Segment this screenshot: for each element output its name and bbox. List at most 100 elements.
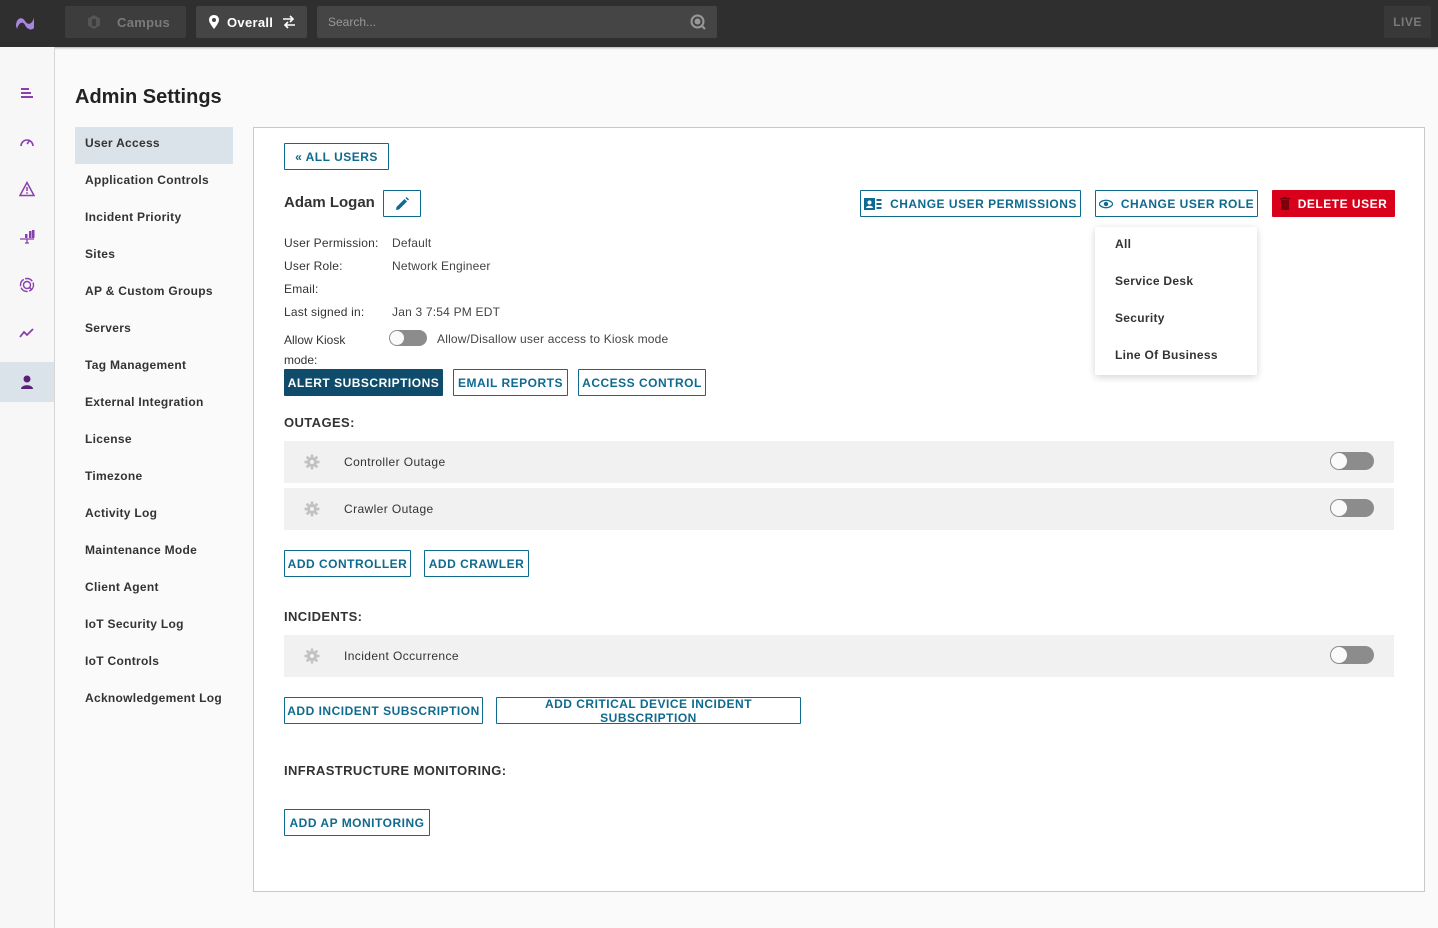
rail-item-admin[interactable] <box>0 362 54 402</box>
subscription-name: Controller Outage <box>344 455 446 469</box>
live-label: LIVE <box>1393 15 1422 29</box>
settings-nav-timezone[interactable]: Timezone <box>75 460 233 497</box>
page-title: Admin Settings <box>75 86 222 108</box>
tab-email-reports[interactable]: EMAIL REPORTS <box>453 369 568 396</box>
settings-nav-servers[interactable]: Servers <box>75 312 233 349</box>
settings-nav-maintenance-mode[interactable]: Maintenance Mode <box>75 534 233 571</box>
kiosk-mode-label: Allow Kiosk mode: <box>284 333 346 367</box>
campus-selector[interactable]: Campus <box>65 6 186 38</box>
search-icon[interactable] <box>690 14 706 30</box>
dashboard-gauge-icon <box>20 139 34 147</box>
user-role-row: User Role: Network Engineer <box>284 259 491 273</box>
role-option-line-of-business[interactable]: Line Of Business <box>1095 338 1257 375</box>
swap-arrows-icon <box>283 15 296 29</box>
settings-nav-incident-priority[interactable]: Incident Priority <box>75 201 233 238</box>
last-signed-label: Last signed in: <box>284 305 365 319</box>
tab-alert-subscriptions[interactable]: ALERT SUBSCRIPTIONS <box>284 369 443 396</box>
delete-user-button[interactable]: DELETE USER <box>1272 190 1395 217</box>
gear-icon[interactable] <box>304 454 320 470</box>
settings-nav-application-controls[interactable]: Application Controls <box>75 164 233 201</box>
search-input[interactable] <box>317 15 677 29</box>
all-users-button[interactable]: « ALL USERS <box>284 143 389 170</box>
controller-outage-toggle[interactable] <box>1330 452 1374 470</box>
user-role-label: User Role: <box>284 259 343 273</box>
add-incident-subscription-button[interactable]: ADD INCIDENT SUBSCRIPTION <box>284 697 483 724</box>
settings-nav-iot-controls[interactable]: IoT Controls <box>75 645 233 682</box>
outages-title: OUTAGES: <box>284 415 355 430</box>
change-user-role-button[interactable]: CHANGE USER ROLE <box>1095 190 1258 217</box>
settings-nav-iot-security-log[interactable]: IoT Security Log <box>75 608 233 645</box>
change-user-permissions-button[interactable]: CHANGE USER PERMISSIONS <box>860 190 1081 217</box>
eye-icon <box>1098 199 1113 208</box>
subscription-name: Incident Occurrence <box>344 649 459 663</box>
add-ap-monitoring-button[interactable]: ADD AP MONITORING <box>284 809 430 836</box>
settings-nav-activity-log[interactable]: Activity Log <box>75 497 233 534</box>
user-permission-label: User Permission: <box>284 236 379 250</box>
settings-nav-acknowledgement-log[interactable]: Acknowledgement Log <box>75 682 233 719</box>
gear-icon[interactable] <box>304 648 320 664</box>
role-option-all[interactable]: All <box>1095 227 1257 264</box>
search-box <box>317 6 717 38</box>
pencil-icon <box>396 196 409 210</box>
id-card-icon <box>864 197 882 210</box>
menu-icon <box>21 88 33 98</box>
trash-icon <box>1279 197 1290 210</box>
role-option-security[interactable]: Security <box>1095 301 1257 338</box>
last-signed-value: Jan 3 7:54 PM EDT <box>392 305 501 319</box>
top-bar: Campus Overall LIVE <box>0 0 1438 47</box>
edit-user-button[interactable] <box>383 190 421 217</box>
alert-triangle-icon <box>19 181 35 197</box>
rail-item-menu[interactable] <box>0 74 54 114</box>
gear-icon[interactable] <box>304 501 320 517</box>
role-option-service-desk[interactable]: Service Desk <box>1095 264 1257 301</box>
settings-nav-license[interactable]: License <box>75 423 233 460</box>
rail-item-alerts[interactable] <box>0 169 54 209</box>
subscription-row: Controller Outage <box>284 441 1394 483</box>
settings-nav-user-access[interactable]: User Access <box>75 127 233 164</box>
settings-nav-tag-management[interactable]: Tag Management <box>75 349 233 386</box>
location-selector[interactable]: Overall <box>196 6 307 38</box>
settings-nav-external-integration[interactable]: External Integration <box>75 386 233 423</box>
settings-nav-client-agent[interactable]: Client Agent <box>75 571 233 608</box>
add-critical-device-incident-subscription-button[interactable]: ADD CRITICAL DEVICE INCIDENT SUBSCRIPTIO… <box>496 697 801 725</box>
kiosk-mode-toggle[interactable] <box>389 330 427 346</box>
settings-nav: User Access Application Controls Inciden… <box>75 127 233 719</box>
app-logo-icon[interactable] <box>14 12 36 32</box>
last-signed-row: Last signed in: Jan 3 7:54 PM EDT <box>284 305 500 319</box>
email-label: Email: <box>284 282 319 296</box>
trend-line-icon <box>19 328 34 338</box>
add-crawler-button[interactable]: ADD CRAWLER <box>424 550 529 577</box>
add-controller-button[interactable]: ADD CONTROLLER <box>284 550 411 577</box>
subscription-name: Crawler Outage <box>344 502 434 516</box>
change-user-permissions-label: CHANGE USER PERMISSIONS <box>890 196 1077 211</box>
delete-user-label: DELETE USER <box>1297 196 1388 211</box>
incidents-title: INCIDENTS: <box>284 609 363 624</box>
overall-label: Overall <box>227 14 274 30</box>
infrastructure-monitoring-title: INFRASTRUCTURE MONITORING: <box>284 763 507 778</box>
campus-label: Campus <box>117 14 171 30</box>
user-role-value: Network Engineer <box>392 259 491 273</box>
live-button[interactable]: LIVE <box>1384 6 1431 38</box>
rail-item-dashboard[interactable] <box>0 122 54 162</box>
subscription-row: Crawler Outage <box>284 488 1394 530</box>
user-permission-value: Default <box>392 236 432 250</box>
rail-item-trends[interactable] <box>0 313 54 353</box>
change-user-role-label: CHANGE USER ROLE <box>1120 196 1255 211</box>
user-role-dropdown: All Service Desk Security Line Of Busine… <box>1095 227 1257 375</box>
incident-occurrence-toggle[interactable] <box>1330 646 1374 664</box>
rail-item-analytics[interactable] <box>0 217 54 257</box>
settings-nav-sites[interactable]: Sites <box>75 238 233 275</box>
crawler-outage-toggle[interactable] <box>1330 499 1374 517</box>
kiosk-mode-description: Allow/Disallow user access to Kiosk mode <box>437 332 669 346</box>
user-icon <box>21 375 33 389</box>
location-pin-icon <box>209 15 219 29</box>
tab-access-control[interactable]: ACCESS CONTROL <box>578 369 706 396</box>
building-icon <box>88 15 100 29</box>
settings-nav-ap-custom-groups[interactable]: AP & Custom Groups <box>75 275 233 312</box>
rail-item-search[interactable] <box>0 265 54 305</box>
analytics-icon <box>20 230 35 244</box>
subscription-row: Incident Occurrence <box>284 635 1394 677</box>
left-rail <box>0 47 55 928</box>
user-name: Adam Logan <box>284 194 375 211</box>
search-target-icon <box>19 277 35 293</box>
